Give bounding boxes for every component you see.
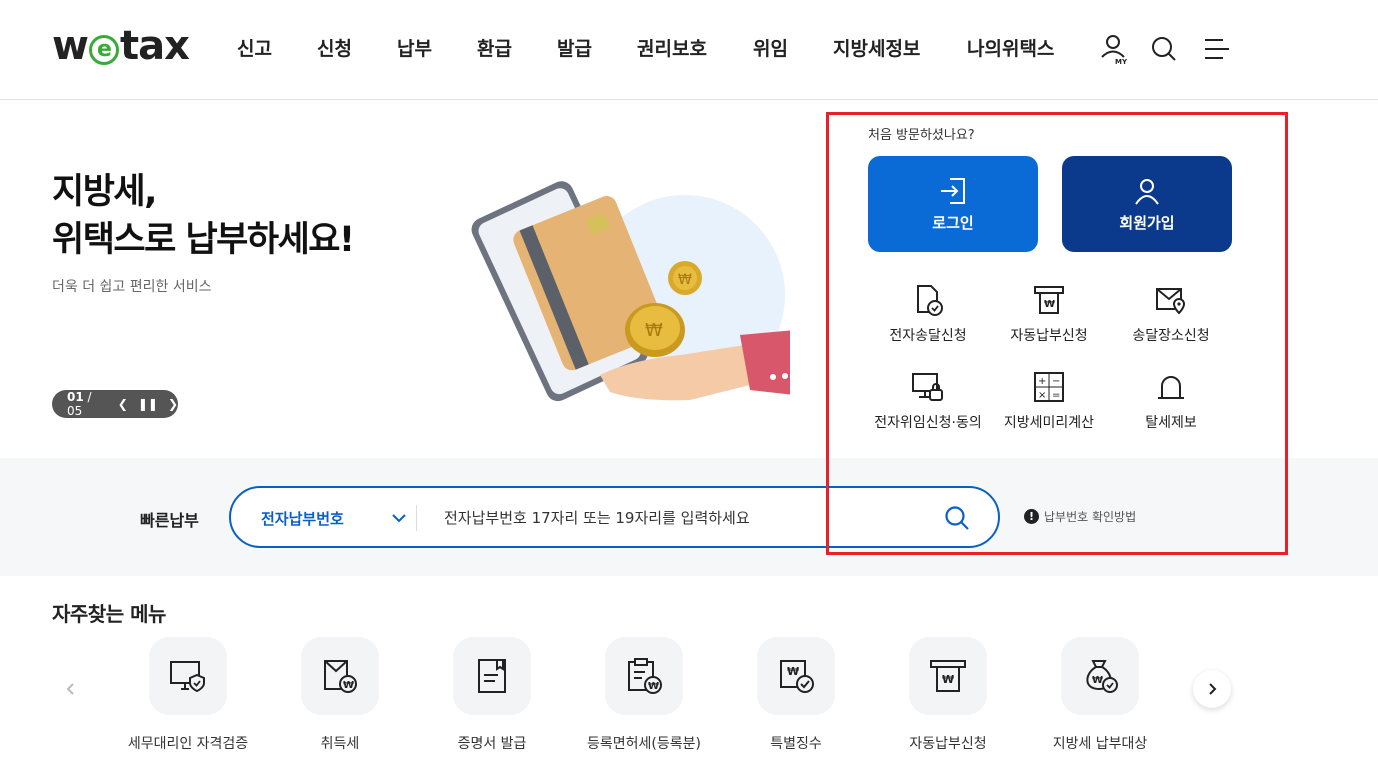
svg-text:−: −	[1052, 376, 1060, 387]
frequent-item[interactable]: ₩ 취득세	[264, 637, 416, 753]
quick-item-label: 지방세미리계산	[1003, 415, 1095, 431]
signup-label: 회원가입	[1119, 214, 1175, 232]
hero-title: 지방세, 위택스로 납부하세요!	[52, 172, 355, 260]
frequent-prev-button[interactable]	[52, 670, 90, 708]
frequent-item[interactable]: 세무대리인 자격검증	[112, 637, 264, 753]
svg-text:₩: ₩	[648, 681, 659, 692]
hero-subtitle: 더욱 더 쉽고 편리한 서비스	[52, 279, 212, 295]
nav-item-my-wetax[interactable]: 나의위택스	[967, 36, 1087, 62]
first-visit-text: 처음 방문하셨나요?	[868, 128, 975, 143]
svg-text:+: +	[1038, 376, 1046, 387]
alarm-bell-icon	[1158, 376, 1184, 399]
quick-item-e-delegation[interactable]: 전자위임신청·동의	[863, 370, 993, 432]
quick-item-delivery-place[interactable]: 송달장소신청	[1106, 283, 1236, 345]
header: w e tax 신고 신청 납부 환급 발급 권리보호 위임 지방세정보 나의위택스…	[0, 0, 1378, 100]
frequent-item[interactable]: ₩ 등록면허세(등록분)	[568, 637, 720, 753]
svg-text:₩: ₩	[645, 320, 663, 341]
nav-item-report[interactable]: 신고	[237, 36, 317, 62]
money-bag-icon: ₩	[1086, 660, 1118, 693]
svg-text:₩: ₩	[1044, 299, 1055, 310]
quick-item-tax-evasion-report[interactable]: 탈세제보	[1106, 370, 1236, 432]
frequent-item[interactable]: 증명서 발급	[416, 637, 568, 753]
login-icon	[941, 178, 965, 204]
nav-item-rights[interactable]: 권리보호	[637, 36, 753, 62]
frequent-item[interactable]: ₩ 자동납부신청	[872, 637, 1024, 753]
quick-item-label: 송달장소신청	[1132, 328, 1210, 344]
hero-illustration: ₩ ₩	[471, 181, 790, 402]
auto-pay-icon: ₩	[930, 660, 966, 692]
nav-item-issue[interactable]: 발급	[557, 36, 637, 62]
quick-item-label: 전자위임신청·동의	[874, 415, 982, 431]
quick-pay-label: 빠른납부	[140, 511, 199, 530]
prev-banner-icon[interactable]: ❮	[118, 397, 128, 411]
frequent-item[interactable]: ₩ 특별징수	[720, 637, 872, 753]
hamburger-menu-icon[interactable]	[1203, 33, 1233, 65]
won-doc-check-icon: ₩	[780, 660, 814, 693]
signup-button[interactable]: 회원가입	[1062, 156, 1232, 252]
quick-item-auto-pay[interactable]: ₩ 자동납부신청	[984, 283, 1114, 345]
svg-text:₩: ₩	[343, 680, 354, 691]
building-won-icon: ₩	[324, 660, 357, 693]
quick-item-e-delivery[interactable]: 전자송달신청	[863, 283, 993, 345]
wetax-logo[interactable]: w e tax	[52, 26, 190, 66]
monitor-lock-icon	[912, 373, 943, 401]
pause-icon[interactable]: ❚❚	[138, 397, 158, 411]
payment-type-select[interactable]: 전자납부번호	[261, 508, 344, 529]
document-check-icon	[917, 285, 943, 316]
next-banner-icon[interactable]: ❯	[168, 397, 178, 411]
svg-text:×: ×	[1038, 390, 1046, 401]
pager-current: 01	[67, 390, 84, 404]
svg-text:=: =	[1052, 390, 1060, 401]
frequent-item[interactable]: ₩ 지방세 납부대상	[1024, 637, 1176, 753]
search-icon[interactable]	[1150, 33, 1180, 65]
quick-item-label: 자동납부신청	[1010, 328, 1088, 344]
nav-item-local-tax-info[interactable]: 지방세정보	[833, 36, 967, 62]
chevron-left-icon	[66, 683, 74, 695]
nav-item-refund[interactable]: 환급	[477, 36, 557, 62]
nav-item-apply[interactable]: 신청	[317, 36, 397, 62]
my-label: MY	[1115, 58, 1128, 65]
monitor-shield-icon	[170, 661, 205, 693]
nav-item-payment[interactable]: 납부	[397, 36, 477, 62]
svg-text:₩: ₩	[678, 272, 692, 288]
my-page-icon[interactable]: MY	[1099, 33, 1129, 66]
svg-text:₩: ₩	[787, 665, 799, 678]
svg-text:₩: ₩	[1092, 675, 1103, 686]
login-label: 로그인	[932, 214, 974, 232]
quick-item-label: 전자송달신청	[889, 328, 967, 344]
user-icon	[1135, 179, 1159, 205]
auto-pay-icon: ₩	[1034, 286, 1064, 314]
clipboard-won-icon: ₩	[628, 658, 662, 694]
mail-location-icon	[1156, 288, 1186, 315]
svg-text:₩: ₩	[942, 673, 954, 686]
divider	[416, 505, 417, 531]
banner-pager: 01 / 05 ❮ ❚❚ ❯	[52, 390, 178, 418]
quick-item-label: 탈세제보	[1145, 415, 1197, 431]
nav-item-delegate[interactable]: 위임	[753, 36, 833, 62]
chevron-down-icon[interactable]	[391, 510, 407, 526]
certificate-icon	[478, 659, 506, 693]
chevron-right-icon	[1209, 683, 1217, 695]
frequent-menu-title: 자주찾는 메뉴	[52, 602, 166, 626]
quick-item-tax-calc[interactable]: + − × = 지방세미리계산	[984, 370, 1114, 432]
frequent-next-button[interactable]	[1193, 670, 1231, 708]
login-button[interactable]: 로그인	[868, 156, 1038, 252]
calculator-icon: + −× =	[1034, 372, 1064, 402]
main-nav: 신고 신청 납부 환급 발급 권리보호 위임 지방세정보 나의위택스	[237, 36, 1087, 62]
